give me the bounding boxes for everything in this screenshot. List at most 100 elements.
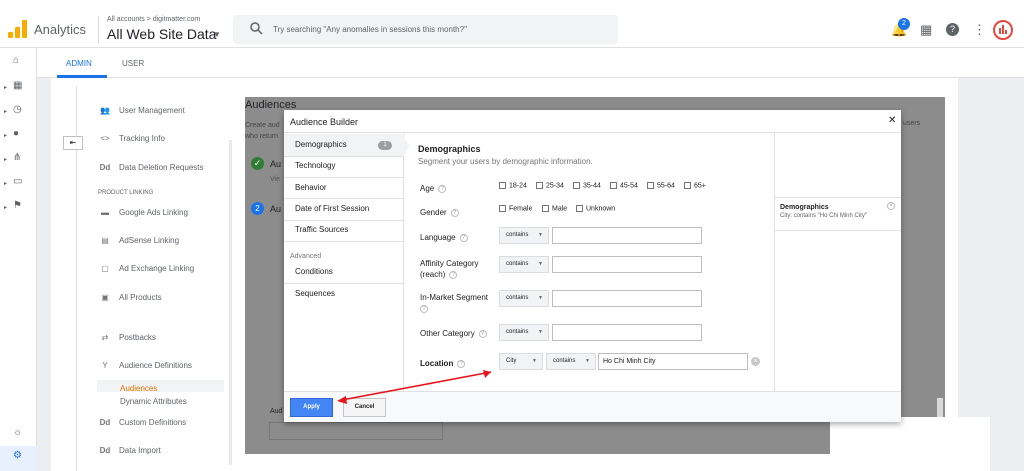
other-category-input[interactable] [552,324,702,341]
affinity-operator-dropdown[interactable]: contains ▼ [499,256,549,273]
category-traffic-sources[interactable]: Traffic Sources [295,225,348,234]
view-selector[interactable]: All Web Site Data [107,26,216,42]
expand-arrow-icon[interactable]: ▸ [4,84,7,91]
help-icon[interactable]: ? [457,359,466,368]
affinity-input[interactable] [552,256,702,273]
dropdown-caret-icon: ▼ [538,295,543,301]
age-checkbox-55-64[interactable]: 55-64 [647,182,675,189]
remove-summary-icon[interactable]: × [887,202,895,210]
category-divider [284,241,404,242]
menu-tracking-info[interactable]: <> Tracking Info [98,134,165,143]
menu-audience-definitions[interactable]: Y Audience Definitions [98,361,192,370]
menu-all-products[interactable]: ▣ All Products [98,293,161,302]
search-placeholder[interactable]: Try searching "Any anomalies in sessions… [273,25,467,34]
app-name: Analytics [34,22,87,37]
close-icon[interactable]: ✕ [888,115,896,126]
code-icon: <> [100,134,110,143]
dropdown-caret-icon: ▼ [538,232,543,238]
category-date-first-session[interactable]: Date of First Session [295,204,369,213]
category-sequences[interactable]: Sequences [295,289,335,298]
affinity-label: Affinity Category (reach)? [420,259,479,279]
caret-down-icon[interactable]: ▼ [213,30,221,39]
analytics-logo-icon[interactable] [8,20,28,38]
menu-user-management[interactable]: 👥 User Management [98,106,185,115]
back-button[interactable]: ⇤ [63,136,83,150]
gender-checkbox-female[interactable]: Female [499,205,532,212]
behavior-icon[interactable]: ▭ [13,176,22,187]
dd-icon: Dd [99,418,111,427]
help-icon[interactable]: ? [946,23,959,36]
tab-user[interactable]: USER [122,59,144,68]
in-market-input[interactable] [552,290,702,307]
audience-icon[interactable]: ● [13,128,19,139]
menu-postbacks[interactable]: ⇄ Postbacks [98,333,156,342]
age-checkbox-18-24[interactable]: 18-24 [499,182,527,189]
help-icon[interactable]: ? [420,304,428,313]
dropdown-caret-icon: ▼ [585,358,590,364]
gender-checkbox-unknown[interactable]: Unknown [576,205,615,212]
location-input[interactable]: Ho Chi Minh City [598,353,748,370]
in-market-operator-dropdown[interactable]: contains ▼ [499,290,549,307]
menu-audiences[interactable]: Audiences [120,384,157,393]
expand-arrow-icon[interactable]: ▸ [4,132,7,139]
language-label: Language? [420,232,468,243]
audiences-description-tail: users [903,120,921,127]
gender-checkbox-male[interactable]: Male [542,205,567,212]
lightbulb-icon[interactable]: ☼ [13,427,22,438]
gear-icon[interactable]: ⚙ [13,450,22,461]
search-icon [250,22,263,35]
location-type-dropdown[interactable]: City ▼ [499,353,543,370]
blank-area [830,417,990,471]
menu-ad-exchange-linking[interactable]: ▢ Ad Exchange Linking [98,264,194,273]
dialog-title: Audience Builder [290,117,359,127]
help-icon[interactable]: ? [438,184,447,193]
more-vert-icon[interactable]: ⋮ [973,22,986,38]
language-input[interactable] [552,227,702,244]
menu-data-deletion[interactable]: Dd Data Deletion Requests [98,163,204,172]
acquisition-icon[interactable]: ⋔ [13,152,21,163]
summary-text: City: contains "Ho Chi Minh City" [780,213,867,219]
language-operator-dropdown[interactable]: contains ▼ [499,227,549,244]
check-circle-icon: ✓ [251,157,264,170]
cancel-button[interactable]: Cancel [343,398,386,417]
users-icon: 👥 [100,106,110,115]
expand-arrow-icon[interactable]: ▸ [4,180,7,187]
section-title: Demographics [418,144,481,154]
menu-data-import[interactable]: Dd Data Import [98,446,161,455]
menu-scrollbar[interactable] [229,140,232,465]
age-checkbox-45-54[interactable]: 45-54 [610,182,638,189]
section-subtitle: Segment your users by demographic inform… [418,157,593,166]
in-market-label: In-Market Segment? [420,293,489,313]
expand-arrow-icon[interactable]: ▸ [4,156,7,163]
menu-dynamic-attributes[interactable]: Dynamic Attributes [120,397,187,406]
help-icon[interactable]: ? [478,329,487,338]
menu-adsense-linking[interactable]: ▤ AdSense Linking [98,236,179,245]
flag-icon[interactable]: ⚑ [13,200,22,211]
help-icon[interactable]: ? [450,208,459,217]
category-technology[interactable]: Technology [295,161,335,170]
help-icon[interactable]: ? [449,270,458,279]
account-avatar-icon[interactable] [993,20,1013,40]
category-behavior[interactable]: Behavior [295,183,327,192]
age-checkbox-25-34[interactable]: 25-34 [536,182,564,189]
age-checkbox-65-plus[interactable]: 65+ [684,182,706,189]
menu-custom-definitions[interactable]: Dd Custom Definitions [98,418,186,427]
help-icon[interactable]: ? [459,233,468,242]
apps-icon[interactable]: ▦ [920,22,932,38]
clock-icon[interactable]: ◷ [13,104,22,115]
account-breadcrumb[interactable]: All accounts > digitmatter.com [107,16,200,23]
remove-condition-icon[interactable]: × [751,357,760,366]
expand-arrow-icon[interactable]: ▸ [4,204,7,211]
tab-admin[interactable]: ADMIN [66,59,92,68]
age-label: Age? [420,183,447,194]
home-icon[interactable]: ⌂ [13,55,19,66]
age-checkbox-35-44[interactable]: 35-44 [573,182,601,189]
dashboard-icon[interactable]: ▦ [13,80,22,91]
other-category-operator-dropdown[interactable]: contains ▼ [499,324,549,341]
category-conditions[interactable]: Conditions [295,267,333,276]
category-demographics[interactable]: Demographics [295,140,347,149]
location-operator-dropdown[interactable]: contains ▼ [546,353,596,370]
menu-google-ads-linking[interactable]: ▬ Google Ads Linking [98,208,188,217]
apply-button[interactable]: Apply [290,398,333,417]
expand-arrow-icon[interactable]: ▸ [4,108,7,115]
